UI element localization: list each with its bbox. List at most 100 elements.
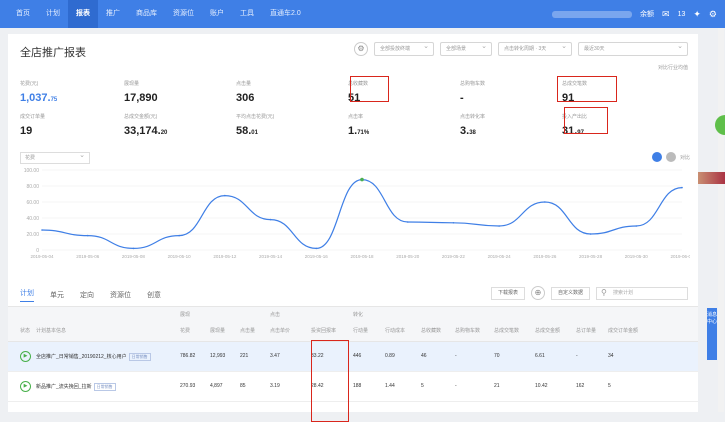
settings-icon[interactable]: ⚙	[709, 9, 717, 20]
nav-item[interactable]: 直通车2.0	[262, 0, 309, 28]
chart-toggle-button[interactable]	[651, 152, 662, 162]
data-point[interactable]	[315, 247, 318, 250]
column-header[interactable]: 计划基本信息	[36, 327, 66, 334]
nav-item[interactable]: 商品库	[128, 0, 165, 28]
play-icon[interactable]: ▶	[20, 381, 31, 392]
nav-item[interactable]: 账户	[202, 0, 232, 28]
metric-label: 成交订单量	[20, 114, 46, 120]
metric-card[interactable]: 成交订单量 19	[20, 113, 130, 137]
bell-icon[interactable]: ✦	[693, 9, 701, 20]
data-point[interactable]	[86, 234, 89, 237]
column-header[interactable]: 总成交笔数	[494, 327, 519, 334]
table-cell: 446	[353, 353, 362, 359]
play-icon[interactable]: ▶	[20, 351, 31, 362]
chart-toggle-button[interactable]	[665, 152, 676, 162]
metric-card[interactable]: 平均点击花费(元) 58.01	[236, 113, 346, 137]
table-tab[interactable]: 单元	[50, 290, 64, 300]
column-header[interactable]: 总订单量	[576, 327, 596, 334]
balance-label[interactable]: 余额	[640, 9, 654, 19]
column-header[interactable]: 总购物车数	[455, 327, 480, 334]
nav-item[interactable]: 资源位	[165, 0, 202, 28]
data-point[interactable]	[178, 234, 180, 237]
mail-icon[interactable]: ✉	[662, 9, 670, 20]
nav-item[interactable]: 工具	[232, 0, 262, 28]
scene-select[interactable]: 全部场景	[440, 41, 492, 56]
data-point[interactable]	[635, 225, 638, 227]
metric-value-main: -	[460, 92, 464, 104]
table-cell: 70	[494, 353, 500, 359]
plan-name[interactable]: 新品推广_流失挽回_拉新	[36, 384, 92, 390]
table-cell: 3.47	[270, 353, 280, 359]
compare-select[interactable]: 对比	[680, 154, 690, 161]
data-point[interactable]	[360, 177, 364, 182]
table-row[interactable]: ▶ 全店推广_日常销售_20190212_核心用户 日常销售 786.82 12,993…	[8, 342, 698, 372]
table-tab[interactable]: 计划	[20, 288, 34, 302]
chart-metric-select[interactable]: 花费	[20, 151, 90, 164]
metric-card[interactable]: 花费(元) 1,037.75	[20, 80, 130, 104]
plan-name[interactable]: 全店推广_日常销售_20190212_核心用户	[36, 354, 127, 360]
metric-card[interactable]: 点击转化率 3.38	[460, 113, 570, 137]
column-header[interactable]: 点击单价	[270, 327, 290, 334]
x-tick-label: 2019-05-22	[442, 254, 466, 259]
column-header[interactable]: 展现量	[210, 327, 225, 334]
data-point[interactable]	[544, 201, 546, 203]
table-tab[interactable]: 资源位	[110, 290, 131, 300]
conversion-period-select[interactable]: 点击转化周期 · 3天	[498, 41, 572, 56]
metric-card[interactable]: 总成交金额(元) 33,174.20	[124, 113, 234, 137]
data-point[interactable]	[681, 186, 683, 189]
nav-item[interactable]: 首页	[8, 0, 38, 28]
nav-item[interactable]: 计划	[38, 0, 68, 28]
table-tab[interactable]: 创意	[147, 290, 161, 300]
table-tab[interactable]: 定向	[80, 290, 94, 300]
metric-card[interactable]: 点击率 1.71%	[348, 113, 458, 137]
search-input[interactable]: 搜索计划	[596, 286, 688, 300]
nav-item[interactable]: 推广	[98, 0, 128, 28]
data-point[interactable]	[498, 225, 500, 227]
column-header[interactable]: 行动成本	[385, 327, 405, 334]
custom-data-button[interactable]: 自定义数据	[550, 286, 590, 300]
data-point[interactable]	[406, 221, 409, 223]
floating-message-panel[interactable]: 消息中心	[707, 308, 717, 360]
download-report-button[interactable]: 下载报表	[490, 286, 525, 300]
terminal-select[interactable]: 全部投放终端	[374, 41, 434, 56]
table-header: 展现 点击 转化 状态 计划基本信息 花费 展现量 点击量 点击单价 投资回报率 行动量 行动成本 总收…	[8, 306, 698, 342]
column-header[interactable]: 点击量	[240, 327, 255, 334]
metric-card[interactable]: 点击量 306	[236, 80, 346, 104]
side-chat-button[interactable]	[715, 115, 725, 135]
user-info[interactable]	[552, 10, 633, 18]
page-scrollbar[interactable]	[718, 28, 724, 412]
date-range-select[interactable]: 最近30天	[578, 41, 688, 56]
column-header[interactable]: 投资回报率	[311, 327, 336, 334]
column-header[interactable]: 总成交金额	[535, 327, 560, 334]
report-panel: 全店推广报表 ⚙ 全部投放终端 全部场景 点击转化周期 · 3天 最近30天 对…	[8, 34, 698, 422]
column-header[interactable]: 行动量	[353, 327, 368, 334]
table-row[interactable]: ▶ 新品推广_流失挽回_拉新 日常销售 270.93 4,897 85 3.19 28.42 1…	[8, 372, 698, 402]
column-header[interactable]: 花费	[180, 327, 190, 334]
metric-value-main: 1,037.	[20, 92, 51, 104]
top-nav-bar: 首页 计划 报表 推广 商品库 资源位 账户 工具 直通车2.0 余额 ✉ 13 ✦ ⚙	[0, 0, 725, 28]
metric-card[interactable]: 总购物车数 -	[460, 80, 570, 104]
data-point[interactable]	[452, 222, 455, 224]
column-header[interactable]: 总收藏数	[421, 327, 441, 334]
plan-type-badge: 日常销售	[128, 353, 151, 361]
plan-name-link[interactable]: 新品推广_流失挽回_拉新 日常销售	[36, 383, 116, 391]
side-widget[interactable]	[695, 172, 725, 184]
plan-table: 展现 点击 转化 状态 计划基本信息 花费 展现量 点击量 点击单价 投资回报率 行动量 行动成本 总收…	[8, 306, 698, 402]
metric-value-decimal: 20	[160, 130, 168, 136]
add-icon[interactable]: ⊕	[530, 286, 545, 300]
data-point[interactable]	[589, 233, 592, 235]
compare-industry-toggle[interactable]: 对比行业均值	[658, 64, 688, 71]
metric-card[interactable]: 展现量 17,890	[124, 80, 234, 104]
data-point[interactable]	[132, 247, 135, 250]
line-chart: 100.0080.0060.0040.0020.0002019-05-04 201…	[24, 168, 690, 259]
trend-chart: 花费 对比 100.0080.0060.0040.0020.0002019-05…	[20, 151, 690, 264]
gear-icon[interactable]: ⚙	[354, 42, 368, 56]
nav-item[interactable]: 报表	[68, 0, 98, 28]
table-cell: 5	[608, 383, 611, 389]
data-point[interactable]	[269, 218, 272, 221]
column-header[interactable]: 状态	[20, 327, 30, 334]
column-header[interactable]: 成交订单金额	[608, 327, 638, 334]
data-point[interactable]	[224, 194, 226, 197]
plan-name-link[interactable]: 全店推广_日常销售_20190212_核心用户 日常销售	[36, 353, 151, 361]
data-point[interactable]	[41, 229, 43, 231]
